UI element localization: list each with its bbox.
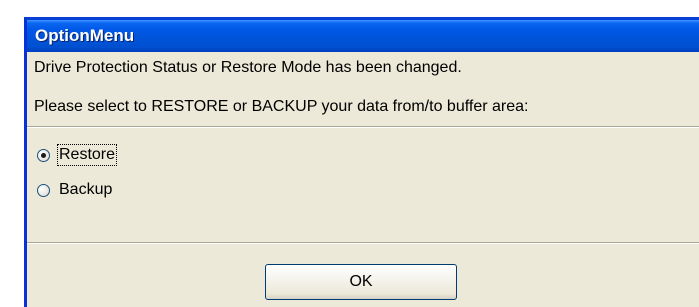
option-menu-dialog: OptionMenu Drive Protection Status or Re…: [24, 17, 699, 307]
radio-button-unchecked[interactable]: [37, 183, 50, 197]
radio-button-checked[interactable]: [37, 148, 50, 162]
status-message: Drive Protection Status or Restore Mode …: [34, 59, 462, 76]
backup-option[interactable]: Backup: [37, 179, 112, 201]
ok-button[interactable]: OK: [265, 264, 457, 300]
restore-option[interactable]: Restore: [37, 144, 118, 166]
divider: [27, 126, 699, 128]
backup-option-label[interactable]: Backup: [59, 181, 112, 199]
restore-option-label[interactable]: Restore: [56, 144, 118, 166]
title-bar[interactable]: OptionMenu: [27, 20, 699, 52]
instruction-message: Please select to RESTORE or BACKUP your …: [34, 98, 529, 115]
dialog-body: Drive Protection Status or Restore Mode …: [27, 52, 699, 307]
window-title: OptionMenu: [35, 26, 135, 45]
divider: [27, 242, 699, 244]
